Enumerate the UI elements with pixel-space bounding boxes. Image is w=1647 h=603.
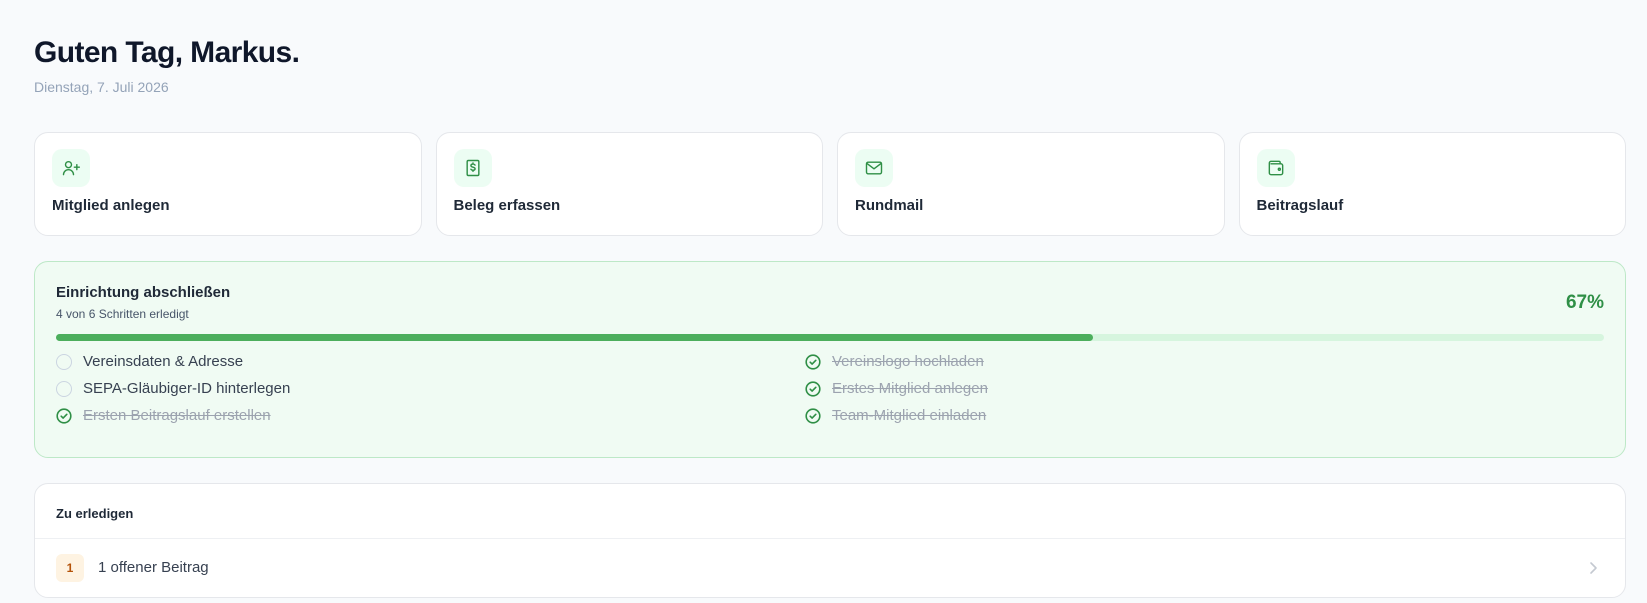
add-member-button[interactable]: Mitglied anlegen (34, 132, 422, 236)
check-circle-icon (56, 407, 72, 424)
setup-step-label: Ersten Beitragslauf erstellen (83, 407, 271, 424)
fee-run-label: Beitragslauf (1256, 197, 1344, 214)
setup-step-label: SEPA-Gläubiger-ID hinterlegen (83, 380, 291, 397)
setup-step-first-fee-run[interactable]: Ersten Beitragslauf erstellen (56, 407, 271, 424)
user-plus-icon (52, 149, 90, 187)
add-member-label: Mitglied anlegen (52, 197, 170, 214)
newsletter-button[interactable]: Rundmail (837, 132, 1225, 236)
fee-run-button[interactable]: Beitragslauf (1238, 132, 1626, 236)
dashboard: Guten Tag, Markus. Dienstag, 7. Juli 202… (0, 0, 1647, 603)
current-date: Dienstag, 7. Juli 2026 (34, 79, 169, 95)
check-circle-icon (805, 380, 821, 397)
empty-circle-icon (56, 380, 72, 397)
receipt-icon (453, 149, 492, 187)
setup-progress-fill (56, 334, 1094, 341)
todo-title: Zu erledigen (56, 506, 134, 521)
check-circle-icon (805, 407, 821, 424)
wallet-icon (1256, 149, 1295, 187)
capture-receipt-label: Beleg erfassen (453, 197, 561, 214)
setup-step-label: Vereinsdaten & Adresse (83, 353, 244, 370)
setup-title: Einrichtung abschließen (56, 284, 231, 301)
setup-percent: 67% (1565, 292, 1604, 313)
mail-icon (855, 149, 893, 187)
setup-subtitle: 4 von 6 Schritten erledigt (56, 307, 189, 321)
todo-card: Zu erledigen 1 1 offener Beitrag (34, 483, 1626, 598)
setup-step-label: Erstes Mitglied anlegen (832, 380, 988, 397)
todo-item-label: 1 offener Beitrag (98, 559, 209, 576)
setup-step-label: Vereinslogo hochladen (832, 353, 984, 370)
page-title: Guten Tag, Markus. (34, 36, 300, 69)
empty-circle-icon (56, 353, 72, 370)
check-circle-icon (805, 353, 821, 370)
setup-checklist-card: Einrichtung abschließen 4 von 6 Schritte… (34, 261, 1626, 458)
capture-receipt-button[interactable]: Beleg erfassen (435, 132, 823, 236)
setup-step-first-member[interactable]: Erstes Mitglied anlegen (805, 380, 988, 397)
setup-step-label: Team-Mitglied einladen (832, 407, 987, 424)
setup-step-club-data[interactable]: Vereinsdaten & Adresse (56, 353, 243, 370)
setup-step-club-logo[interactable]: Vereinslogo hochladen (805, 353, 984, 370)
chevron-right-icon (1587, 561, 1599, 575)
setup-step-invite-team[interactable]: Team-Mitglied einladen (805, 407, 986, 424)
setup-step-sepa-id[interactable]: SEPA-Gläubiger-ID hinterlegen (56, 380, 290, 397)
setup-progress-bar (56, 334, 1604, 341)
quick-actions: Mitglied anlegen Beleg erfassen Rundmail… (34, 132, 1626, 236)
newsletter-label: Rundmail (855, 197, 924, 214)
todo-item-open-fee[interactable]: 1 1 offener Beitrag (35, 539, 1625, 597)
count-badge: 1 (56, 554, 84, 582)
